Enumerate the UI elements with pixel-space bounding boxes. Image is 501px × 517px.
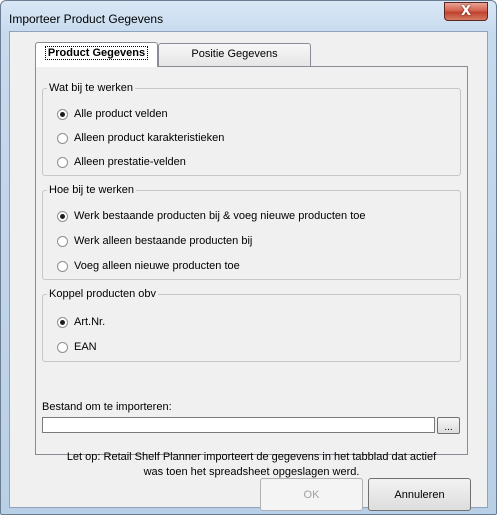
radio-art-nr[interactable]: Art.Nr. (57, 315, 105, 329)
radio-update-existing-only[interactable]: Werk alleen bestaande producten bij (57, 234, 252, 248)
radio-label: Voeg alleen nieuwe producten toe (74, 260, 240, 272)
group-link-products: Koppel producten obv Art.Nr. EAN (42, 288, 461, 362)
close-icon: X (460, 4, 472, 19)
note-line: Let op: Retail Shelf Planner importeert … (66, 451, 437, 463)
group-how-to-update: Hoe bij te werken Werk bestaande product… (42, 184, 461, 280)
radio-checked-icon[interactable] (57, 210, 68, 222)
window-title: Importeer Product Gegevens (9, 12, 164, 26)
cancel-button[interactable]: Annuleren (368, 478, 471, 511)
radio-unchecked-icon[interactable] (57, 341, 68, 353)
close-button[interactable]: X (444, 2, 488, 21)
group-what-to-update: Wat bij te werken Alle product velden Al… (42, 82, 461, 176)
dialog-body: Product Gegevens Positie Gegevens Wat bi… (9, 31, 488, 511)
radio-ean[interactable]: EAN (57, 340, 97, 354)
title-bar[interactable]: Importeer Product Gegevens X (1, 1, 496, 31)
info-note: Let op: Retail Shelf Planner importeert … (42, 450, 461, 480)
tab-panel: Wat bij te werken Alle product velden Al… (35, 66, 468, 478)
radio-all-fields[interactable]: Alle product velden (57, 107, 168, 121)
file-label: Bestand om te importeren: (42, 401, 172, 413)
radio-label: Werk bestaande producten bij & voeg nieu… (74, 210, 366, 222)
button-label: OK (303, 488, 320, 501)
radio-label: Alle product velden (74, 108, 168, 120)
tab-positie-gegevens[interactable]: Positie Gegevens (158, 43, 311, 66)
browse-button[interactable]: ... (437, 417, 460, 434)
note-line: was toen het spreadsheet opgeslagen werd… (143, 466, 360, 478)
group-legend: Koppel producten obv (49, 288, 157, 300)
tab-label: Positie Gegevens (191, 48, 278, 60)
ok-button[interactable]: OK (260, 478, 363, 511)
radio-label: EAN (74, 341, 97, 353)
tab-product-gegevens[interactable]: Product Gegevens (35, 42, 158, 67)
radio-unchecked-icon[interactable] (57, 235, 68, 247)
radio-add-new-only[interactable]: Voeg alleen nieuwe producten toe (57, 259, 240, 273)
radio-checked-icon[interactable] (57, 316, 68, 328)
group-legend: Hoe bij te werken (49, 184, 134, 196)
file-path-input[interactable] (42, 417, 435, 433)
button-label: Annuleren (394, 488, 445, 501)
radio-label: Art.Nr. (74, 316, 106, 328)
radio-label: Alleen prestatie-velden (74, 156, 186, 168)
radio-unchecked-icon[interactable] (57, 156, 68, 168)
radio-label: Werk alleen bestaande producten bij (74, 235, 253, 247)
ellipsis-icon: ... (444, 422, 453, 433)
radio-update-and-add[interactable]: Werk bestaande producten bij & voeg nieu… (57, 209, 366, 223)
radio-checked-icon[interactable] (57, 108, 68, 120)
radio-characteristics-only[interactable]: Alleen product karakteristieken (57, 131, 224, 145)
radio-unchecked-icon[interactable] (57, 260, 68, 272)
group-legend: Wat bij te werken (49, 82, 133, 94)
radio-unchecked-icon[interactable] (57, 132, 68, 144)
import-dialog: Importeer Product Gegevens X Product Geg… (0, 0, 497, 515)
radio-label: Alleen product karakteristieken (74, 132, 225, 144)
radio-performance-only[interactable]: Alleen prestatie-velden (57, 155, 186, 169)
tab-label: Product Gegevens (44, 46, 149, 60)
